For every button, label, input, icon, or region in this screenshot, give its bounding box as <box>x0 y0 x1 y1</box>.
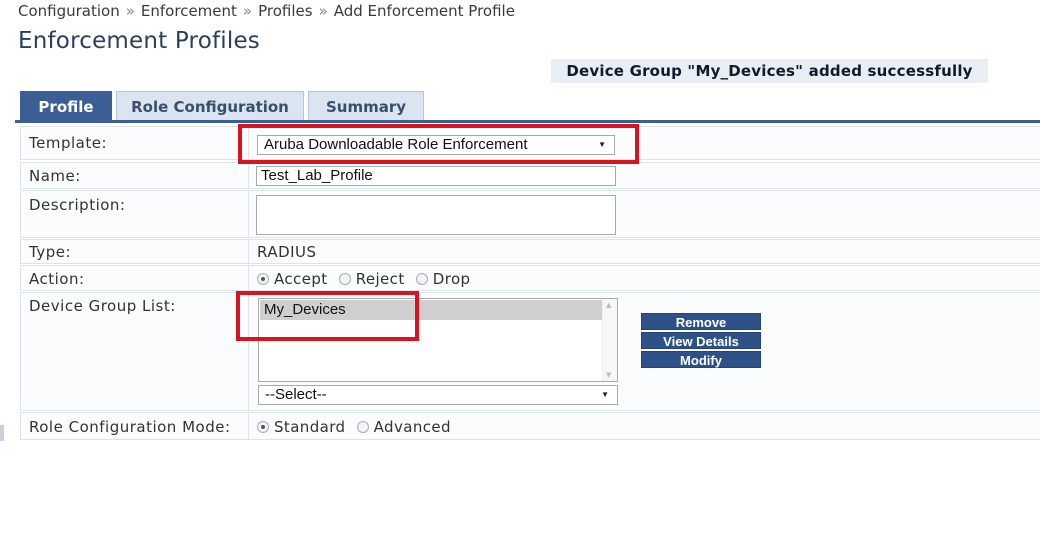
chevron-down-icon: ▼ <box>601 390 609 399</box>
template-highlight-box <box>238 124 639 164</box>
radio-icon[interactable] <box>356 421 369 433</box>
radio-selected-icon[interactable] <box>257 273 269 285</box>
description-label: Description: <box>29 196 126 214</box>
device-group-highlight-box <box>236 291 419 341</box>
device-group-row: Device Group List: My_Devices ▲ ▼ --Sele… <box>20 292 1040 411</box>
scroll-up-icon[interactable]: ▲ <box>606 301 611 309</box>
mode-standard-option[interactable]: Standard <box>257 418 345 436</box>
type-cell <box>248 240 249 263</box>
remove-button[interactable]: Remove <box>641 313 761 330</box>
scroll-down-icon[interactable]: ▼ <box>606 371 611 379</box>
mode-advanced-option[interactable]: Advanced <box>356 418 451 436</box>
action-label: Action: <box>29 270 85 288</box>
tab-role-configuration[interactable]: Role Configuration <box>116 91 304 120</box>
breadcrumb-separator: » <box>242 2 253 20</box>
device-group-label: Device Group List: <box>29 297 176 315</box>
description-row: Description: <box>20 190 1040 238</box>
role-config-mode-row: Role Configuration Mode: Standard Advanc… <box>20 412 1040 440</box>
name-input[interactable]: Test_Lab_Profile <box>256 166 616 186</box>
radio-selected-icon[interactable] <box>257 421 269 433</box>
radio-icon[interactable] <box>338 273 351 285</box>
breadcrumb-configuration[interactable]: Configuration <box>18 2 120 20</box>
breadcrumb-current: Add Enforcement Profile <box>333 2 515 20</box>
type-value: RADIUS <box>257 243 317 261</box>
name-cell <box>248 163 249 188</box>
window-edge <box>0 425 4 441</box>
action-drop-option[interactable]: Drop <box>415 270 471 288</box>
action-accept-option[interactable]: Accept <box>257 270 328 288</box>
type-row: Type: RADIUS <box>20 239 1040 264</box>
breadcrumb-enforcement[interactable]: Enforcement <box>141 2 237 20</box>
breadcrumb: Configuration » Enforcement » Profiles » Add E… <box>18 2 515 20</box>
tab-underline <box>15 120 1040 123</box>
breadcrumb-profiles[interactable]: Profiles <box>258 2 312 20</box>
role-config-mode-radio-group: Standard Advanced <box>257 418 457 436</box>
action-radio-group: Accept Reject Drop <box>257 270 476 288</box>
listbox-scrollbar[interactable]: ▲ ▼ <box>602 299 617 381</box>
page-title: Enforcement Profiles <box>18 28 260 54</box>
type-label: Type: <box>29 243 72 261</box>
mode-advanced-label: Advanced <box>373 418 451 436</box>
radio-icon[interactable] <box>415 273 428 285</box>
role-config-mode-label: Role Configuration Mode: <box>29 418 231 436</box>
role-config-mode-cell <box>248 413 249 439</box>
breadcrumb-separator: » <box>125 2 135 20</box>
action-cell <box>248 266 249 290</box>
name-row: Name: Test_Lab_Profile <box>20 162 1040 189</box>
action-drop-label: Drop <box>432 270 471 288</box>
success-notice: Device Group "My_Devices" added successf… <box>551 59 988 83</box>
tab-summary[interactable]: Summary <box>308 91 424 120</box>
mode-standard-label: Standard <box>274 418 346 436</box>
tab-profile[interactable]: Profile <box>20 91 112 120</box>
action-reject-option[interactable]: Reject <box>338 270 405 288</box>
action-accept-label: Accept <box>274 270 328 288</box>
breadcrumb-separator: » <box>318 2 328 20</box>
action-reject-label: Reject <box>355 270 405 288</box>
modify-button[interactable]: Modify <box>641 351 761 368</box>
description-textarea[interactable] <box>256 195 616 235</box>
device-group-select[interactable]: --Select-- ▼ <box>258 385 618 405</box>
view-details-button[interactable]: View Details <box>641 332 761 349</box>
action-row: Action: Accept Reject Drop <box>20 265 1040 291</box>
name-label: Name: <box>29 167 81 185</box>
device-group-select-value: --Select-- <box>265 386 327 403</box>
description-cell <box>248 191 249 237</box>
template-label: Template: <box>29 134 107 152</box>
